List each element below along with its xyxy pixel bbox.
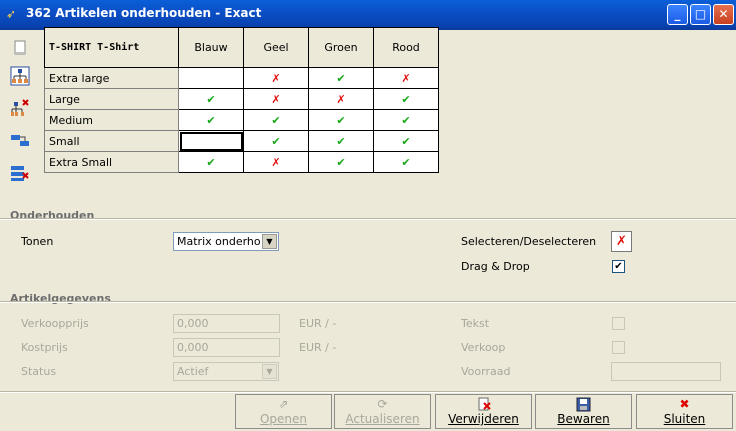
save-icon xyxy=(536,397,631,412)
matrix-row: Extra large ✗ ✔ ✗ xyxy=(44,67,439,89)
tonen-label: Tonen xyxy=(21,235,54,248)
verkoopprijs-unit: EUR / - xyxy=(299,317,337,330)
row-header-large[interactable]: Large xyxy=(44,88,179,110)
kostprijs-field[interactable]: 0,000 xyxy=(173,338,280,357)
kostprijs-unit: EUR / - xyxy=(299,341,337,354)
tonen-select[interactable]: Matrix onderho ▼ xyxy=(173,232,279,251)
chevron-down-icon[interactable]: ▼ xyxy=(262,234,277,249)
tekst-checkbox[interactable] xyxy=(612,317,625,330)
matrix-row: Medium ✔ ✔ ✔ ✔ xyxy=(44,109,439,131)
variant-matrix: T-SHIRT T-Shirt Blauw Geel Groen Rood Ex… xyxy=(44,27,439,173)
structure-icon[interactable] xyxy=(10,66,30,86)
matrix-row: Small ✔ ✔ ✔ xyxy=(44,130,439,152)
column-header-groen[interactable]: Groen xyxy=(308,27,374,68)
column-header-rood[interactable]: Rood xyxy=(373,27,439,68)
kostprijs-label: Kostprijs xyxy=(21,341,68,354)
chevron-down-icon[interactable]: ▼ xyxy=(262,364,277,379)
open-icon: ⇗ xyxy=(278,397,289,411)
drag-drop-label: Drag & Drop xyxy=(461,260,530,273)
actualiseren-label: Actualiseren xyxy=(345,412,420,426)
matrix-row: Extra Small ✔ ✗ ✔ ✔ xyxy=(44,151,439,173)
refresh-icon: ⟳ xyxy=(377,397,388,411)
matrix-row: Large ✔ ✗ ✗ ✔ xyxy=(44,88,439,110)
kostprijs-value: 0,000 xyxy=(177,341,209,354)
check-icon[interactable]: ✔ xyxy=(243,130,309,152)
sluiten-button[interactable]: ✖ Sluiten xyxy=(636,394,733,429)
verwijderen-label: Verwijderen xyxy=(448,412,519,426)
link-icon[interactable] xyxy=(10,130,30,150)
column-header-geel[interactable]: Geel xyxy=(243,27,309,68)
left-toolbar xyxy=(0,30,40,190)
title-bar: ➶ 362 Artikelen onderhouden - Exact _ □ … xyxy=(0,0,736,30)
verkoop-label: Verkoop xyxy=(461,341,506,354)
bottom-divider xyxy=(0,391,736,393)
cross-icon[interactable]: ✗ xyxy=(308,88,374,110)
section-divider xyxy=(0,301,736,303)
verkoopprijs-value: 0,000 xyxy=(177,317,209,330)
check-icon[interactable]: ✔ xyxy=(373,151,439,173)
sluiten-label: Sluiten xyxy=(663,412,706,426)
matrix-cell[interactable] xyxy=(178,67,244,89)
drag-drop-checkbox[interactable]: ✔ xyxy=(612,260,625,273)
check-icon[interactable]: ✔ xyxy=(373,88,439,110)
voorraad-field[interactable] xyxy=(611,362,721,381)
section-divider xyxy=(0,218,736,220)
bewaren-label: Bewaren xyxy=(557,412,610,426)
check-icon[interactable]: ✔ xyxy=(178,151,244,173)
column-header-blauw[interactable]: Blauw xyxy=(178,27,244,68)
check-icon[interactable]: ✔ xyxy=(373,130,439,152)
select-deselect-button[interactable]: ✗ xyxy=(611,231,632,252)
window-title: 362 Artikelen onderhouden - Exact xyxy=(26,6,262,20)
cross-icon[interactable]: ✗ xyxy=(243,88,309,110)
matrix-corner-label: T-SHIRT T-Shirt xyxy=(44,27,179,68)
tekst-label: Tekst xyxy=(461,317,490,330)
voorraad-label: Voorraad xyxy=(461,365,511,378)
delete-document-icon xyxy=(436,397,531,412)
section-title-onderhouden: Onderhouden xyxy=(10,209,95,222)
app-icon: ➶ xyxy=(6,7,17,21)
openen-button[interactable]: ⇗ Openen xyxy=(235,394,332,429)
openen-label: Openen xyxy=(259,412,308,426)
verkoopprijs-field[interactable]: 0,000 xyxy=(173,314,280,333)
check-icon[interactable]: ✔ xyxy=(178,109,244,131)
check-icon[interactable]: ✔ xyxy=(178,88,244,110)
verkoop-checkbox[interactable] xyxy=(612,341,625,354)
check-icon[interactable]: ✔ xyxy=(308,109,374,131)
remove-link-icon[interactable] xyxy=(10,162,30,182)
maximize-button[interactable]: □ xyxy=(690,4,711,25)
bewaren-button[interactable]: Bewaren xyxy=(535,394,632,429)
matrix-cell-selected[interactable] xyxy=(178,130,244,152)
check-icon[interactable]: ✔ xyxy=(308,130,374,152)
verwijderen-button[interactable]: Verwijderen xyxy=(435,394,532,429)
actualiseren-button[interactable]: ⟳ Actualiseren xyxy=(334,394,431,429)
status-label: Status xyxy=(21,365,57,378)
row-header-extra-small[interactable]: Extra Small xyxy=(44,151,179,173)
check-icon[interactable]: ✔ xyxy=(308,67,374,89)
verkoopprijs-label: Verkoopprijs xyxy=(21,317,89,330)
cross-icon[interactable]: ✗ xyxy=(243,151,309,173)
check-icon[interactable]: ✔ xyxy=(308,151,374,173)
status-select[interactable]: Actief ▼ xyxy=(173,362,279,381)
select-deselect-label: Selecteren/Deselecteren xyxy=(461,235,597,248)
document-icon[interactable] xyxy=(10,38,30,58)
status-value: Actief xyxy=(177,365,209,378)
tonen-value: Matrix onderho xyxy=(177,235,261,248)
row-header-extra-large[interactable]: Extra large xyxy=(44,67,179,89)
row-header-medium[interactable]: Medium xyxy=(44,109,179,131)
section-title-artikelgegevens: Artikelgegevens xyxy=(10,292,111,305)
cross-icon[interactable]: ✗ xyxy=(243,67,309,89)
cross-icon[interactable]: ✗ xyxy=(373,67,439,89)
close-button[interactable]: ✕ xyxy=(713,4,734,25)
close-icon: ✖ xyxy=(679,397,690,411)
check-icon[interactable]: ✔ xyxy=(373,109,439,131)
minimize-button[interactable]: _ xyxy=(667,4,688,25)
check-icon[interactable]: ✔ xyxy=(243,109,309,131)
delete-structure-icon[interactable] xyxy=(10,98,30,118)
row-header-small[interactable]: Small xyxy=(44,130,179,152)
